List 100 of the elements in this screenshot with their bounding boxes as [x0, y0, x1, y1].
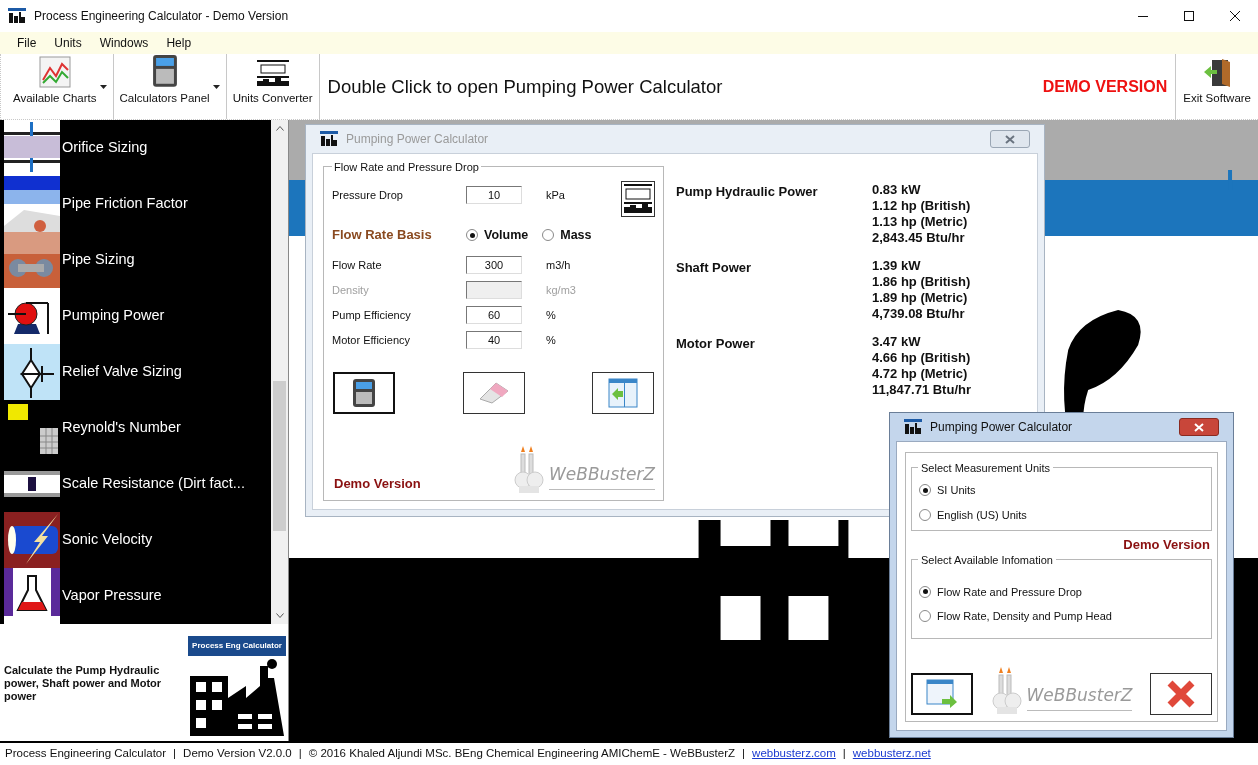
calculator-list-item[interactable]: Scale Resistance (Dirt fact... [4, 456, 271, 512]
result-value: 4,739.08 Btu/hr [872, 306, 966, 322]
calculator-list-item[interactable]: Orifice Sizing [4, 120, 271, 176]
result-value: 11,847.71 Btu/hr [872, 382, 971, 398]
radio-button[interactable] [919, 484, 931, 497]
demo-version-label: DEMO VERSION [1042, 76, 1168, 97]
minimize-icon [1138, 15, 1148, 17]
report-button[interactable] [592, 372, 654, 414]
status-separator: | [742, 746, 746, 762]
units-converter-icon [254, 57, 291, 88]
radio-label: Volume [484, 226, 529, 244]
result-value: 4.66 hp (British) [872, 350, 971, 366]
close-button[interactable] [990, 130, 1030, 148]
exit-button[interactable]: Exit Software [1175, 54, 1258, 119]
input-field[interactable]: 60 [466, 306, 522, 324]
cancel-icon [1166, 679, 1196, 709]
unit-label: kg/m3 [546, 282, 576, 298]
caret-icon [212, 84, 220, 89]
input-field[interactable]: 40 [466, 331, 522, 349]
calculator-list-item[interactable]: Relief Valve Sizing [4, 344, 271, 400]
menu-item[interactable]: Help [157, 34, 201, 52]
input-field[interactable]: 10 [466, 186, 522, 204]
field-label: Pressure Drop [332, 187, 404, 203]
close-icon [1194, 422, 1204, 432]
website-link[interactable]: webbusterz.net [852, 745, 931, 763]
unit-label: m3/h [546, 257, 571, 273]
unit-label: % [546, 307, 556, 323]
pump-icon [4, 288, 60, 344]
result-value: 1.12 hp (British) [872, 198, 971, 214]
menu-item[interactable]: Units [45, 34, 91, 52]
flow-rate-basis-label: Flow Rate Basis [332, 226, 433, 245]
radio-label: Flow Rate and Pressure Drop [937, 584, 1082, 600]
dialog-title: Pumping Power Calculator [346, 131, 490, 148]
field-label: Flow Rate [332, 257, 383, 273]
close-button[interactable] [1179, 418, 1219, 436]
radio-button[interactable] [919, 508, 931, 521]
units-converter-icon [621, 181, 655, 217]
radio-label: SI Units [937, 483, 976, 498]
pipe-sizing-icon [4, 232, 60, 288]
calculator-list-item[interactable]: Reynold's Number [4, 400, 271, 456]
calculator-list-item[interactable]: Sonic Velocity [4, 512, 271, 568]
radio-button[interactable] [919, 585, 931, 598]
chimney-logo-icon [990, 667, 1025, 715]
ok-button[interactable] [911, 673, 973, 715]
radio-button[interactable] [466, 229, 478, 241]
scaled-pipe-icon [4, 471, 60, 497]
maximize-icon [1184, 11, 1194, 21]
status-message: Double Click to open Pumping Power Calculator [327, 74, 724, 99]
result-title: Pump Hydraulic Power [676, 183, 819, 201]
input-field[interactable]: 300 [466, 256, 522, 274]
logo-text: WeBBusterZ [549, 461, 655, 490]
sonic-velocity-icon [4, 512, 60, 568]
close-icon [1005, 134, 1015, 144]
calculator-list-item[interactable]: Pipe Friction Factor [4, 176, 271, 232]
toolbar-button[interactable]: Units Converter [226, 54, 319, 119]
radio-button[interactable] [919, 610, 931, 623]
status-separator: | [298, 746, 302, 762]
toolbar-button[interactable]: Available Charts [7, 54, 113, 119]
relief-valve-icon [4, 344, 60, 400]
menu-item[interactable]: Windows [90, 34, 158, 52]
result-title: Shaft Power [676, 259, 753, 277]
radio-label: Mass [560, 226, 592, 244]
result-value: 2,843.45 Btu/hr [872, 230, 966, 246]
app-icon [320, 131, 338, 147]
result-value: 1.13 hp (Metric) [872, 214, 969, 230]
result-value: 1.89 hp (Metric) [872, 290, 969, 306]
radio-button[interactable] [542, 229, 555, 241]
status-separator: | [842, 746, 846, 762]
window-arrow-icon [926, 679, 958, 709]
demo-version-label: Demo Version [1123, 536, 1210, 554]
logo-caption: Process Eng Calculator [188, 636, 286, 656]
clear-button[interactable] [462, 372, 525, 414]
scrollbar[interactable] [271, 120, 288, 624]
result-value: 3.47 kW [872, 334, 922, 350]
calculator-description: Calculate the Pump Hydraulic power, Shaft power and Motor power [3, 663, 163, 703]
cancel-button[interactable] [1150, 673, 1212, 715]
toolbar-button[interactable]: Calculators Panel [113, 54, 226, 119]
scroll-thumb[interactable] [273, 381, 286, 531]
eraser-icon [477, 381, 510, 405]
scroll-down-icon [275, 613, 284, 618]
result-value: 1.39 kW [872, 258, 922, 274]
status-separator: | [173, 746, 177, 762]
caret-icon [99, 84, 107, 89]
unit-label: kPa [546, 187, 565, 203]
result-value: 0.83 kW [872, 182, 922, 198]
website-link[interactable]: webbusterz.com [752, 745, 836, 763]
pipe-friction-icon [4, 176, 60, 232]
calculator-list-item[interactable]: Pipe Sizing [4, 232, 271, 288]
calculator-list-item[interactable]: Vapor Pressure [4, 568, 271, 624]
status-text: © 2016 Khaled Aljundi MSc. BEng Chemical Engineering AMIChemE - WeBBusterZ [308, 746, 736, 762]
calculator-list-item[interactable]: Pumping Power [4, 288, 271, 344]
status-text: Demo Version V2.0.0 [183, 746, 292, 762]
logo-text: WeBBusterZ [1026, 682, 1133, 711]
app-icon [904, 419, 922, 435]
calculate-button[interactable] [333, 372, 395, 414]
app-icon [8, 8, 26, 24]
result-value: 4.72 hp (Metric) [872, 366, 969, 382]
menu-item[interactable]: File [8, 34, 46, 52]
result-title: Motor Power [676, 335, 756, 353]
unit-label: % [546, 332, 556, 348]
